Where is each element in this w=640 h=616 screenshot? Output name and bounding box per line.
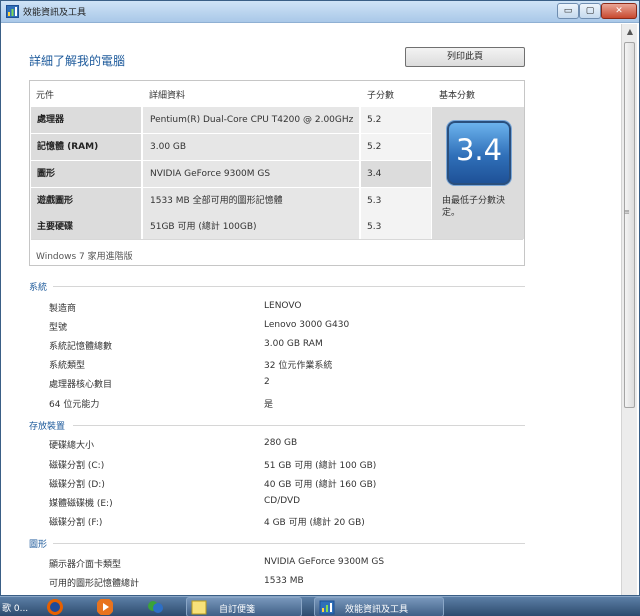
component-cell: 圖形 [31,161,141,187]
details-cell: 3.00 GB [143,134,359,160]
base-score-badge: 3.4 [447,121,511,185]
graphics-label-adapter: 顯示器介面卡類型 [49,560,122,570]
header-component: 元件 [36,91,55,101]
storage-value-d: 40 GB 可用 (總計 160 GB) [264,480,377,490]
section-divider [53,543,525,544]
title-bar[interactable]: 效能資訊及工具 ▭ ▢ ✕ [1,1,639,23]
section-heading-storage: 存放裝置 [29,422,66,432]
windows-edition: Windows 7 家用進階版 [36,252,133,262]
storage-label-f: 磁碟分割 (F:) [49,518,103,528]
header-details: 詳細資料 [149,91,186,101]
messenger-icon[interactable] [146,598,164,616]
base-score-note: 由最低子分數決定。 [442,196,506,218]
scrollbar-grip-icon: ≡ [624,208,630,216]
table-divider [31,239,523,240]
component-cell: 遊戲圖形 [31,188,141,214]
details-cell: NVIDIA GeForce 9300M GS [143,161,359,187]
base-score-box: 3.4 由最低子分數決定。 [432,107,524,239]
system-label-manufacturer: 製造商 [49,304,77,314]
subscore-cell-lowest: 3.4 [361,161,431,187]
section-heading-graphics: 圖形 [29,540,48,550]
performance-icon [319,600,335,615]
storage-value-f: 4 GB 可用 (總計 20 GB) [264,518,365,528]
score-row-primary-disk: 主要硬碟 51GB 可用 (總計 100GB) 5.3 [31,214,431,240]
score-row-gaming-graphics: 遊戲圖形 1533 MB 全部可用的圖形記憶體 5.3 [31,188,431,214]
system-value-memory: 3.00 GB RAM [264,339,323,349]
subscore-cell: 5.2 [361,134,431,160]
storage-label-total: 硬碟總大小 [49,441,95,451]
system-value-manufacturer: LENOVO [264,301,302,311]
system-value-64bit: 是 [264,400,274,410]
system-label-model: 型號 [49,323,68,333]
details-cell: 51GB 可用 (總計 100GB) [143,214,359,240]
base-score-value: 3.4 [455,133,503,167]
system-label-memory: 系統記憶體總數 [49,342,113,352]
content-pane: 詳細了解我的電腦 列印此頁 元件 詳細資料 子分數 基本分數 處理器 Penti… [9,24,619,595]
taskbar-item-label: 自訂便箋 [219,605,256,615]
score-row-memory: 記憶體 (RAM) 3.00 GB 5.2 [31,134,431,160]
component-cell: 記憶體 (RAM) [31,134,141,160]
taskbar: 歌 0... 自訂便箋 效能資訊及工具 [0,596,640,616]
system-label-type: 系統類型 [49,361,86,371]
system-label-cores: 處理器核心數目 [49,380,113,390]
component-cell: 處理器 [31,107,141,133]
subscore-cell: 5.3 [361,214,431,240]
firefox-icon[interactable] [46,598,64,616]
scroll-up-arrow-icon[interactable]: ▲ [622,24,638,40]
notes-icon [191,600,207,615]
details-cell: Pentium(R) Dual-Core CPU T4200 @ 2.00GHz [143,107,359,133]
score-row-graphics: 圖形 NVIDIA GeForce 9300M GS 3.4 [31,161,431,187]
system-label-64bit: 64 位元能力 [49,400,100,410]
storage-value-e: CD/DVD [264,496,301,506]
maximize-icon: ▢ [585,6,595,16]
storage-value-c: 51 GB 可用 (總計 100 GB) [264,461,377,471]
section-divider [73,425,525,426]
header-subscore: 子分數 [367,91,395,101]
score-row-processor: 處理器 Pentium(R) Dual-Core CPU T4200 @ 2.0… [31,107,431,133]
subscore-cell: 5.3 [361,188,431,214]
performance-window: 效能資訊及工具 ▭ ▢ ✕ 詳細了解我的電腦 列印此頁 元件 詳細資料 子分數 … [0,0,640,596]
section-divider [53,286,525,287]
page-title: 詳細了解我的電腦 [29,54,126,68]
storage-value-total: 280 GB [264,438,298,448]
score-table: 元件 詳細資料 子分數 基本分數 處理器 Pentium(R) Dual-Cor… [29,80,525,266]
close-button[interactable]: ✕ [601,3,637,19]
minimize-button[interactable]: ▭ [557,3,579,19]
graphics-value-memory: 1533 MB [264,576,304,586]
storage-label-e: 媒體磁碟機 (E:) [49,499,113,509]
close-icon: ✕ [615,6,623,16]
vertical-scrollbar[interactable]: ▲ ≡ [621,24,638,595]
maximize-button[interactable]: ▢ [579,3,601,19]
details-cell: 1533 MB 全部可用的圖形記憶體 [143,188,359,214]
taskbar-item-label: 效能資訊及工具 [345,605,409,615]
subscore-cell: 5.2 [361,107,431,133]
header-base-score: 基本分數 [439,91,476,101]
section-heading-system: 系統 [29,283,48,293]
system-value-cores: 2 [264,377,270,387]
performance-app-icon [6,5,19,18]
storage-label-c: 磁碟分割 (C:) [49,461,105,471]
taskbar-item-sticky-notes[interactable]: 自訂便箋 [186,597,302,616]
window-title: 效能資訊及工具 [23,8,87,18]
scrollbar-thumb[interactable] [624,42,635,408]
minimize-icon: ▭ [563,6,573,16]
graphics-value-adapter: NVIDIA GeForce 9300M GS [264,557,385,567]
system-value-type: 32 位元作業系統 [264,361,333,371]
media-player-icon[interactable] [96,598,114,616]
taskbar-item-performance[interactable]: 效能資訊及工具 [314,597,444,616]
taskbar-clipped-text: 歌 0... [2,604,29,614]
component-cell: 主要硬碟 [31,214,141,240]
system-value-model: Lenovo 3000 G430 [264,320,350,330]
graphics-label-memory: 可用的圖形記憶體總計 [49,579,140,589]
storage-label-d: 磁碟分割 (D:) [49,480,105,490]
print-page-button[interactable]: 列印此頁 [405,47,525,67]
